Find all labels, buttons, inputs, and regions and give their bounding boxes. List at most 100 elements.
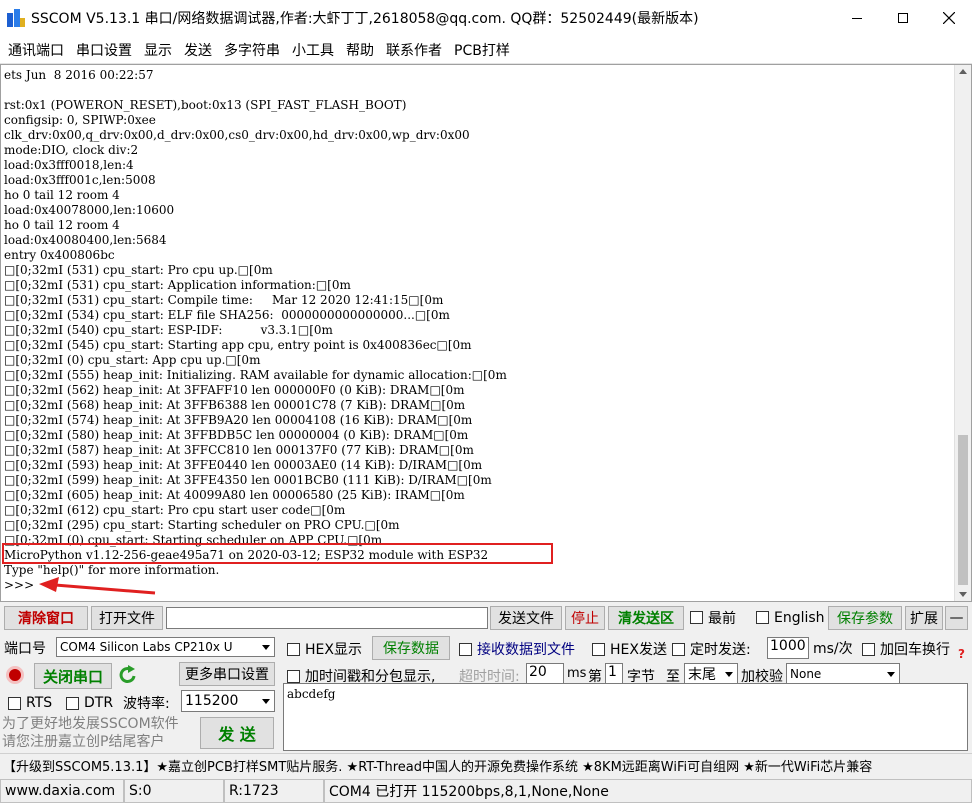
hex-send-checkbox[interactable]: HEX发送 [592,639,667,659]
save-params-button[interactable]: 保存参数 [828,605,902,630]
status-received-count: R:1723 [224,779,324,803]
terminal-line: □[0;32mI (531) cpu_start: Compile time: … [4,293,444,307]
send-text-area[interactable]: abcdefg [283,683,968,751]
hex-display-checkbox[interactable]: HEX显示 [287,639,362,659]
scroll-down-icon[interactable] [959,592,967,597]
topmost-checkbox[interactable]: 最前 [690,608,736,628]
hex-send-label: HEX发送 [610,642,667,658]
promo-text: 为了更好地发展SSCOM软件 请您注册嘉立创P结尾客户 [2,715,179,751]
terminal-scrollbar[interactable] [954,65,971,601]
terminal-line: □[0;32mI (555) heap_init: Initializing. … [4,368,507,382]
menu-help[interactable]: 帮助 [342,40,380,60]
terminal-output: ets Jun 8 2016 00:22:57 rst:0x1 (POWERON… [4,68,507,593]
news-ticker[interactable]: 【升级到SSCOM5.13.1】★嘉立创PCB打样SMT贴片服务. ★RT-Th… [0,753,972,777]
byte-index-input[interactable]: 1 [605,663,623,685]
refresh-icon[interactable] [118,664,138,686]
timeout-unit-label: ms [567,666,587,681]
recv-to-file-checkbox[interactable]: 接收数据到文件 [459,639,575,659]
terminal-line: □[0;32mI (295) cpu_start: Starting sched… [4,518,400,532]
promo-line-2: 请您注册嘉立创P结尾客户 [2,734,165,750]
recv-to-file-label: 接收数据到文件 [477,642,575,658]
terminal-line: □[0;32mI (534) cpu_start: ELF file SHA25… [4,308,450,322]
topmost-checkbox-box[interactable] [690,611,703,624]
dtr-checkbox[interactable]: DTR [66,695,113,711]
stop-button[interactable]: 停止 [565,605,605,630]
status-website[interactable]: www.daxia.com [0,779,124,803]
hex-display-label: HEX显示 [305,642,362,658]
terminal-line: configsip: 0, SPIWP:0xee [4,113,156,127]
send-button[interactable]: 发 送 [200,717,274,749]
status-port-state: COM4 已打开 115200bps,8,1,None,None [324,779,972,803]
save-data-button[interactable]: 保存数据 [372,636,450,660]
menu-contact-author[interactable]: 联系作者 [382,40,448,60]
hex-send-checkbox-box[interactable] [592,642,605,656]
open-file-button[interactable]: 打开文件 [91,605,163,630]
recv-to-file-checkbox-box[interactable] [459,642,472,656]
collapse-button[interactable]: — [945,605,968,630]
timed-send-checkbox[interactable]: 定时发送: [672,639,751,659]
timestamp-checkbox-box[interactable] [287,669,300,683]
menu-send[interactable]: 发送 [180,40,218,60]
file-path-field[interactable] [166,606,488,629]
close-port-button[interactable]: 关闭串口 [34,663,112,689]
menu-tools[interactable]: 小工具 [288,40,340,60]
help-question-icon[interactable]: ? [958,647,965,661]
chevron-down-icon[interactable] [883,664,899,684]
highlight-annotation [2,543,553,564]
hex-display-checkbox-box[interactable] [287,642,300,656]
send-file-button[interactable]: 发送文件 [490,605,562,630]
menu-pcb-proto[interactable]: PCB打样 [450,40,516,60]
timed-interval-input[interactable]: 1000 [767,637,809,659]
baud-select[interactable]: 115200 [181,690,275,712]
terminal-line: □[0;32mI (531) cpu_start: Application in… [4,278,351,292]
terminal-line: □[0;32mI (605) heap_init: At 40099A80 le… [4,488,465,502]
terminal-line: mode:DIO, clock div:2 [4,143,139,157]
scroll-thumb[interactable] [958,435,968,585]
english-checkbox-box[interactable] [756,611,769,624]
minimize-button[interactable] [834,0,880,36]
receive-terminal[interactable]: ets Jun 8 2016 00:22:57 rst:0x1 (POWERON… [0,64,972,602]
terminal-line: □[0;32mI (599) heap_init: At 3FFE4350 le… [4,473,492,487]
clear-send-button[interactable]: 清发送区 [608,605,684,630]
more-settings-button[interactable]: 更多串口设置 [179,662,275,686]
close-button[interactable] [926,0,972,36]
end-select[interactable]: 末尾 [684,663,738,685]
terminal-line: ho 0 tail 12 room 4 [4,218,120,232]
terminal-line: □[0;32mI (593) heap_init: At 3FFE0440 le… [4,458,483,472]
menu-multi-string[interactable]: 多字符串 [220,40,286,60]
terminal-line: load:0x3fff0018,len:4 [4,158,134,172]
dtr-checkbox-box[interactable] [66,696,79,710]
port-status-indicator-icon [6,666,24,684]
arrow-annotation-icon [39,577,156,595]
rts-checkbox-box[interactable] [8,696,21,710]
terminal-line: □[0;32mI (540) cpu_start: ESP-IDF: v3.3.… [4,323,333,337]
rts-checkbox[interactable]: RTS [8,695,52,711]
clear-window-button[interactable]: 清除窗口 [4,605,88,630]
menu-comm-port[interactable]: 通讯端口 [4,40,70,60]
chevron-down-icon[interactable] [258,638,274,656]
menu-serial-settings[interactable]: 串口设置 [72,40,138,60]
expand-button[interactable]: 扩展 [905,605,943,630]
promo-line-1: 为了更好地发展SSCOM软件 [2,716,179,732]
window-title: SSCOM V5.13.1 串口/网络数据调试器,作者:大虾丁丁,2618058… [31,11,699,27]
scroll-up-icon[interactable] [959,69,967,74]
timed-send-label: 定时发送: [690,642,751,658]
file-toolbar: 清除窗口 打开文件 发送文件 停止 清发送区 最前 English 保存参数 扩… [0,604,972,631]
terminal-line: □[0;32mI (0) cpu_start: App cpu up.□[0m [4,353,261,367]
checksum-select[interactable]: None [786,663,900,685]
terminal-line: □[0;32mI (568) heap_init: At 3FFB6388 le… [4,398,466,412]
terminal-line: □[0;32mI (545) cpu_start: Starting app c… [4,338,472,352]
add-crlf-checkbox-box[interactable] [862,642,875,656]
terminal-line: load:0x40078000,len:10600 [4,203,175,217]
maximize-button[interactable] [880,0,926,36]
close-icon [943,12,955,24]
port-select[interactable]: COM4 Silicon Labs CP210x U [56,637,275,657]
english-checkbox[interactable]: English [756,610,825,626]
terminal-line: clk_drv:0x00,q_drv:0x00,d_drv:0x00,cs0_d… [4,128,470,142]
timeout-input[interactable]: 20 [526,663,564,685]
add-crlf-checkbox[interactable]: 加回车换行 [862,639,950,659]
chevron-down-icon[interactable] [258,691,274,711]
timed-send-checkbox-box[interactable] [672,642,685,656]
chevron-down-icon[interactable] [721,664,737,684]
menu-display[interactable]: 显示 [140,40,178,60]
